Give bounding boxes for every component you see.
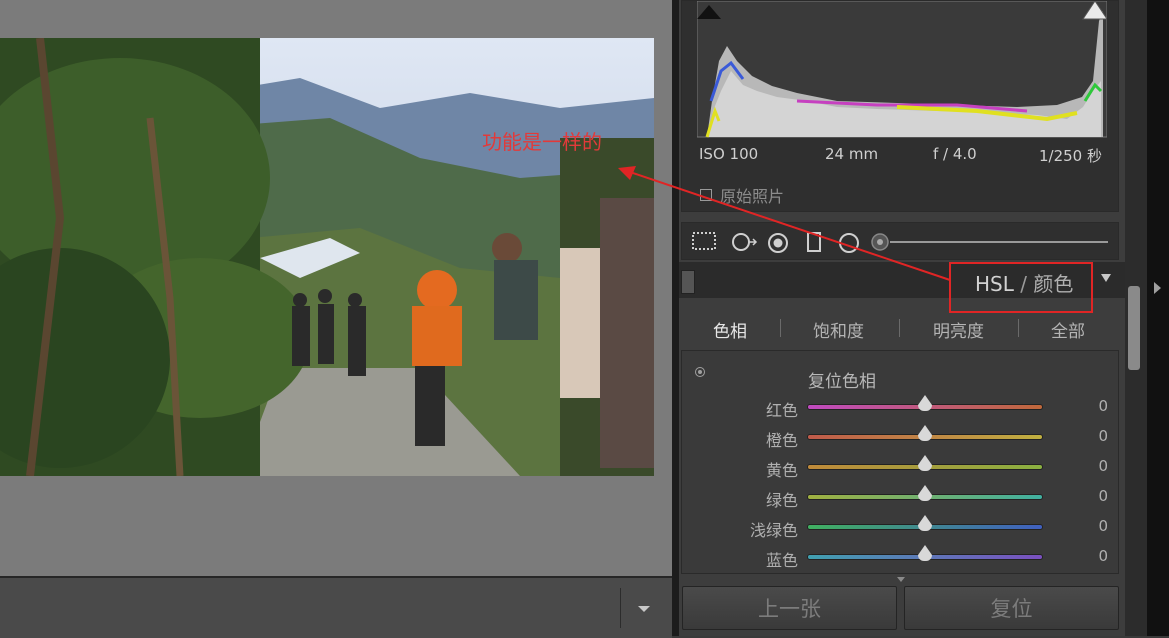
hue-slider-row: 黄色 0: [682, 455, 1118, 480]
slider-track[interactable]: [808, 455, 1042, 471]
panel-switch-toggle[interactable]: [681, 270, 695, 294]
hue-slider-row: 橙色 0: [682, 425, 1118, 450]
previous-button[interactable]: 上一张: [682, 586, 897, 630]
develop-right-panel: ISO 100 24 mm f / 4.0 1/250 秒 原始照片 HSL /…: [679, 0, 1125, 636]
slider-value[interactable]: 0: [1078, 397, 1108, 415]
slider-thumb[interactable]: [918, 395, 932, 411]
slider-track[interactable]: [808, 485, 1042, 501]
histogram-graph[interactable]: [697, 1, 1107, 139]
panel-scrollbar[interactable]: [1125, 0, 1147, 636]
annotation-label: 功能是一样的: [482, 130, 602, 154]
slider-label: 橙色: [765, 431, 798, 450]
exif-iso: ISO 100: [699, 145, 759, 163]
expand-right-icon[interactable]: [1154, 282, 1161, 294]
tab-luminance[interactable]: 明亮度: [933, 317, 984, 342]
tab-all[interactable]: 全部: [1051, 317, 1085, 342]
slider-track[interactable]: [808, 395, 1042, 411]
crop-overlay-icon[interactable]: [692, 232, 716, 250]
scrollbar-thumb[interactable]: [1128, 286, 1140, 370]
radial-filter-icon[interactable]: [838, 232, 860, 254]
photo-canvas: [0, 0, 672, 576]
chevron-down-icon: [638, 606, 650, 612]
adjustment-brush-icon[interactable]: [870, 232, 1110, 252]
slider-value[interactable]: 0: [1078, 487, 1108, 505]
toolbar-divider: [620, 588, 621, 628]
original-photo-checkbox[interactable]: [700, 189, 712, 201]
tab-separator: [899, 319, 900, 337]
right-panel-toggle-strip[interactable]: [1147, 0, 1169, 636]
panel-divider[interactable]: [672, 0, 679, 636]
tab-hue[interactable]: 色相: [713, 317, 747, 342]
original-photo-label: 原始照片: [720, 187, 785, 206]
tab-saturation[interactable]: 饱和度: [813, 317, 864, 342]
toolbar-menu-button[interactable]: [632, 596, 656, 620]
graduated-filter-icon[interactable]: [807, 232, 821, 252]
slider-value[interactable]: 0: [1078, 457, 1108, 475]
filmstrip-toolbar: [0, 576, 672, 638]
hsl-slider-panel: 复位色相 红色 0 橙色 0 黄色 0 绿色 0 浅绿色 0 蓝色 0: [681, 350, 1119, 574]
slider-thumb[interactable]: [918, 545, 932, 561]
annotation-highlight-box: [949, 262, 1093, 313]
red-eye-icon[interactable]: [767, 232, 789, 254]
collapse-triangle-icon[interactable]: [1101, 274, 1111, 282]
tab-separator: [1018, 319, 1019, 337]
slider-track[interactable]: [808, 425, 1042, 441]
slider-value[interactable]: 0: [1078, 547, 1108, 565]
slider-track[interactable]: [808, 545, 1042, 561]
hue-slider-row: 蓝色 0: [682, 545, 1118, 570]
slider-label: 浅绿色: [749, 521, 798, 540]
tool-strip: [681, 222, 1119, 260]
slider-thumb[interactable]: [918, 485, 932, 501]
hue-slider-row: 红色 0: [682, 395, 1118, 420]
tab-separator: [780, 319, 781, 337]
reset-hue-link[interactable]: 复位色相: [808, 367, 876, 392]
slider-label: 绿色: [765, 491, 798, 510]
hue-slider-row: 绿色 0: [682, 485, 1118, 510]
more-content-indicator-icon: [897, 577, 905, 582]
original-photo-toggle[interactable]: 原始照片: [700, 183, 784, 207]
spot-removal-icon[interactable]: [730, 232, 758, 252]
slider-label: 蓝色: [765, 551, 798, 570]
slider-label: 黄色: [765, 461, 798, 480]
slider-track[interactable]: [808, 515, 1042, 531]
slider-value[interactable]: 0: [1078, 517, 1108, 535]
slider-thumb[interactable]: [918, 425, 932, 441]
exif-focal-length: 24 mm: [825, 145, 879, 163]
slider-thumb[interactable]: [918, 515, 932, 531]
hue-slider-row: 浅绿色 0: [682, 515, 1118, 540]
preview-photo[interactable]: [0, 38, 654, 476]
photo-scene: [0, 38, 654, 476]
exif-aperture: f / 4.0: [933, 145, 977, 163]
slider-value[interactable]: 0: [1078, 427, 1108, 445]
histogram-panel: ISO 100 24 mm f / 4.0 1/250 秒 原始照片: [681, 0, 1119, 212]
target-adjustment-icon[interactable]: [695, 367, 705, 377]
slider-label: 红色: [765, 401, 798, 420]
slider-thumb[interactable]: [918, 455, 932, 471]
exif-shutter: 1/250 秒: [1039, 147, 1102, 165]
reset-button[interactable]: 复位: [904, 586, 1119, 630]
